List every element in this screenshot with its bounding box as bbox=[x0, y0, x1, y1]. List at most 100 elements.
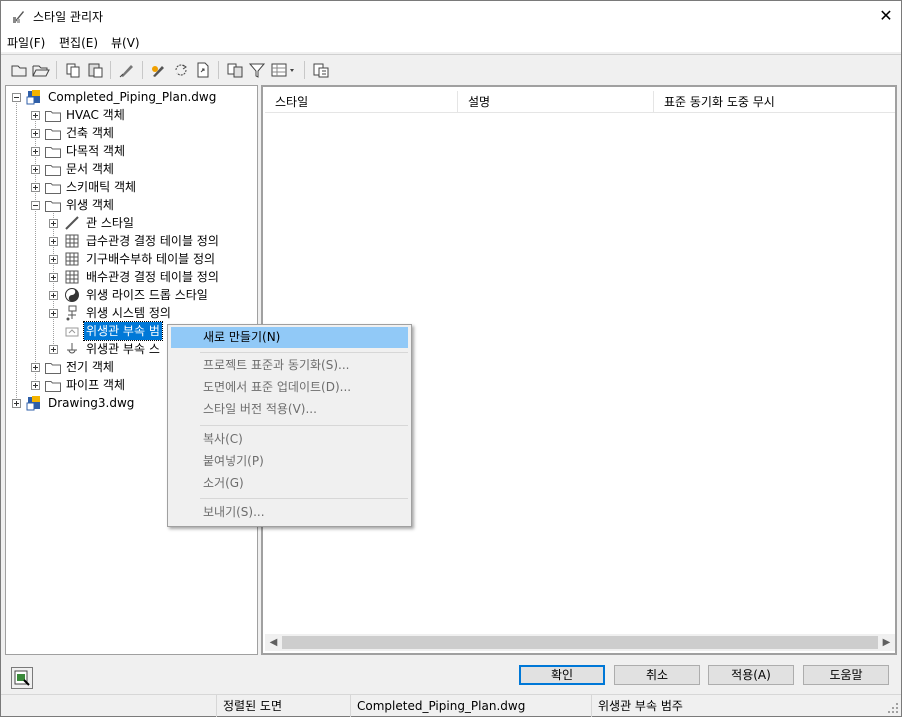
tree-item-label: 위생 라이즈 드롭 스타일 bbox=[86, 288, 208, 302]
toolbar-separator bbox=[304, 61, 305, 79]
folder-icon bbox=[45, 145, 61, 158]
tree-item-label: 기구배수부하 테이블 정의 bbox=[86, 252, 216, 266]
folder-icon bbox=[45, 163, 61, 176]
menu-item-purge[interactable]: 소거(G) bbox=[171, 473, 408, 494]
tree-item-label: 급수관경 결정 테이블 정의 bbox=[86, 234, 219, 248]
scroll-right-icon[interactable]: ▶ bbox=[878, 634, 895, 651]
menu-item-paste[interactable]: 붙여넣기(P) bbox=[171, 451, 408, 472]
ok-button[interactable]: 확인 bbox=[519, 665, 605, 685]
filter-icon[interactable] bbox=[247, 61, 267, 79]
fitting-icon bbox=[64, 341, 80, 357]
expand-icon[interactable] bbox=[31, 381, 40, 390]
tree-item-label: 관 스타일 bbox=[86, 216, 134, 230]
tree-item-label: HVAC 객체 bbox=[66, 108, 125, 122]
export-icon[interactable] bbox=[193, 61, 213, 79]
drawing-icon bbox=[26, 395, 42, 411]
collapse-icon[interactable] bbox=[12, 93, 21, 102]
scroll-left-icon[interactable]: ◀ bbox=[265, 634, 282, 651]
scroll-thumb[interactable] bbox=[282, 636, 878, 649]
tree-item-label: 문서 객체 bbox=[66, 162, 114, 176]
toolbar-separator bbox=[142, 61, 143, 79]
expand-icon[interactable] bbox=[49, 273, 58, 282]
help-icon[interactable] bbox=[311, 61, 331, 79]
tree-item-label: 위생 객체 bbox=[66, 198, 114, 212]
table-icon bbox=[64, 269, 80, 285]
expand-icon[interactable] bbox=[31, 363, 40, 372]
pipe-style-icon bbox=[64, 215, 80, 231]
column-style[interactable]: 스타일 bbox=[265, 91, 458, 113]
view-options-icon[interactable] bbox=[269, 61, 299, 79]
category-icon bbox=[64, 323, 80, 339]
column-ignore-sync[interactable]: 표준 동기화 도중 무시 bbox=[654, 91, 895, 113]
status-blank bbox=[1, 695, 216, 717]
tree-connector bbox=[16, 100, 17, 402]
tree-item-label: 위생관 부속 스 bbox=[86, 342, 160, 356]
style-manager-window: 스타일 관리자 ✕ 파일(F) 편집(E) 뷰(V) Completed_Pip… bbox=[0, 0, 902, 717]
help-button[interactable]: 도움말 bbox=[803, 665, 889, 685]
expand-icon[interactable] bbox=[12, 399, 21, 408]
expand-icon[interactable] bbox=[49, 309, 58, 318]
tree-item-label: 파이프 객체 bbox=[66, 378, 126, 392]
expand-icon[interactable] bbox=[49, 345, 58, 354]
expand-icon[interactable] bbox=[31, 165, 40, 174]
menu-separator bbox=[200, 352, 408, 353]
open-icon[interactable] bbox=[31, 61, 51, 79]
menu-view[interactable]: 뷰(V) bbox=[111, 34, 140, 51]
apply-button[interactable]: 적용(A) bbox=[708, 665, 794, 685]
tree-item-label: Drawing3.dwg bbox=[48, 396, 135, 410]
expand-icon[interactable] bbox=[49, 255, 58, 264]
copy-icon[interactable] bbox=[63, 61, 83, 79]
column-description[interactable]: 설명 bbox=[458, 91, 654, 113]
folder-icon bbox=[45, 127, 61, 140]
status-category: 위생관 부속 범주 bbox=[591, 695, 887, 717]
toggle-view-icon[interactable] bbox=[225, 61, 245, 79]
context-menu: 새로 만들기(N) 프로젝트 표준과 동기화(S)... 도면에서 표준 업데이… bbox=[167, 324, 412, 527]
menu-item-sync-standards[interactable]: 프로젝트 표준과 동기화(S)... bbox=[171, 355, 408, 376]
table-icon bbox=[64, 251, 80, 267]
expand-icon[interactable] bbox=[31, 147, 40, 156]
sync-icon[interactable] bbox=[171, 61, 191, 79]
expand-icon[interactable] bbox=[49, 219, 58, 228]
menu-file[interactable]: 파일(F) bbox=[7, 34, 45, 51]
toggle-viewer-icon[interactable] bbox=[11, 667, 33, 689]
purge-icon[interactable] bbox=[117, 61, 137, 79]
resize-grip-icon[interactable] bbox=[887, 702, 899, 714]
menu-edit[interactable]: 편집(E) bbox=[59, 34, 98, 51]
expand-icon[interactable] bbox=[31, 111, 40, 120]
new-icon[interactable] bbox=[9, 61, 29, 79]
tree-item-label: 배수관경 결정 테이블 정의 bbox=[86, 270, 219, 284]
table-icon bbox=[64, 233, 80, 249]
tree-item-label: 전기 객체 bbox=[66, 360, 114, 374]
cancel-button[interactable]: 취소 bbox=[614, 665, 700, 685]
folder-icon bbox=[45, 109, 61, 122]
tree-item-label: 건축 객체 bbox=[66, 126, 114, 140]
expand-icon[interactable] bbox=[31, 183, 40, 192]
expand-icon[interactable] bbox=[49, 291, 58, 300]
style-manager-app-icon bbox=[11, 8, 27, 24]
tree-item-label: 다목적 객체 bbox=[66, 144, 126, 158]
menu-item-export[interactable]: 보내기(S)... bbox=[171, 502, 408, 523]
collapse-icon[interactable] bbox=[31, 201, 40, 210]
tree-connector bbox=[35, 118, 36, 384]
folder-icon bbox=[45, 361, 61, 374]
close-button[interactable]: ✕ bbox=[871, 1, 901, 31]
list-header: 스타일 설명 표준 동기화 도중 무시 bbox=[265, 91, 895, 113]
edit-style-icon[interactable] bbox=[149, 61, 169, 79]
system-icon bbox=[64, 305, 80, 321]
menu-item-new[interactable]: 새로 만들기(N) bbox=[171, 327, 408, 348]
drawing-icon bbox=[26, 89, 42, 105]
menu-item-version-styles[interactable]: 스타일 버전 적용(V)... bbox=[171, 399, 408, 420]
menu-item-copy[interactable]: 복사(C) bbox=[171, 429, 408, 450]
menu-item-update-from-drawing[interactable]: 도면에서 표준 업데이트(D)... bbox=[171, 377, 408, 398]
tree-item-label: 위생관 부속 범 bbox=[83, 321, 163, 341]
expand-icon[interactable] bbox=[49, 237, 58, 246]
folder-icon bbox=[45, 181, 61, 194]
tree-item-label: Completed_Piping_Plan.dwg bbox=[48, 90, 217, 104]
horizontal-scrollbar[interactable]: ◀ ▶ bbox=[265, 634, 895, 651]
paste-icon[interactable] bbox=[85, 61, 105, 79]
status-bar: 정렬된 도면 Completed_Piping_Plan.dwg 위생관 부속 … bbox=[1, 694, 901, 717]
tree-item-label: 스키매틱 객체 bbox=[66, 180, 137, 194]
expand-icon[interactable] bbox=[31, 129, 40, 138]
toolbar-separator bbox=[56, 61, 57, 79]
window-title: 스타일 관리자 bbox=[33, 10, 104, 24]
